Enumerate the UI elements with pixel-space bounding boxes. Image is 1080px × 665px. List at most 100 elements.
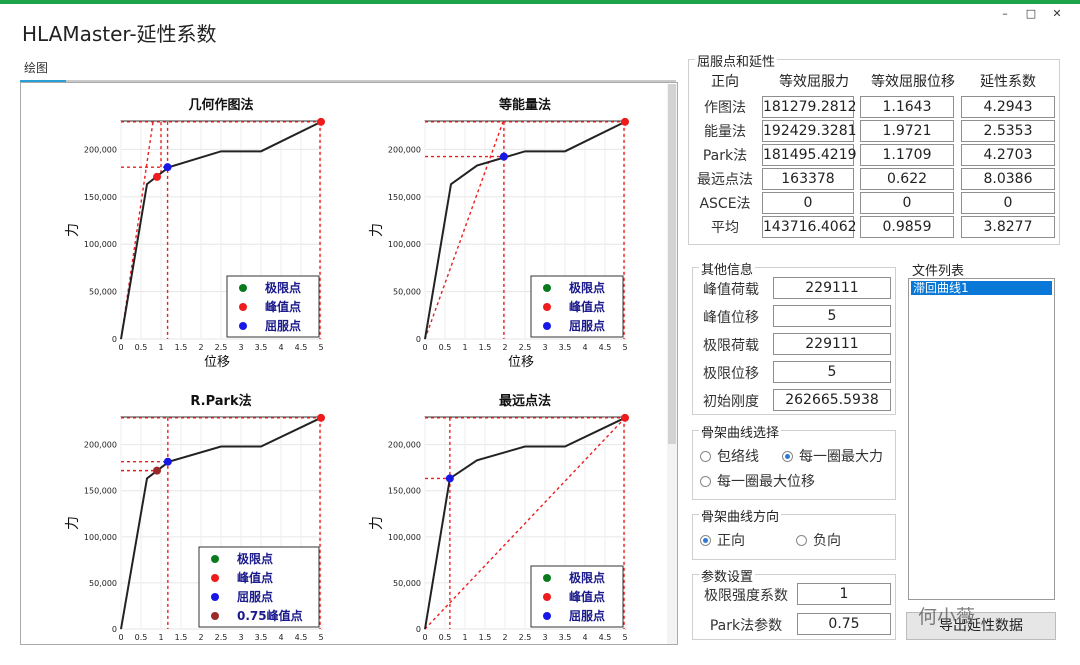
skeleton-select-group-label: 骨架曲线选择	[699, 422, 782, 441]
radio-max-force[interactable]: 每一圈最大力	[782, 446, 883, 466]
other-info-value[interactable]: 5	[773, 361, 891, 383]
yield-table-cell[interactable]: 1.1709	[860, 144, 954, 166]
window-title: HLAMaster-延性系数	[22, 22, 217, 46]
radio-negative[interactable]: 负向	[796, 530, 841, 550]
y-tick-label: 50,000	[393, 579, 421, 588]
param-value[interactable]: 1	[797, 583, 891, 605]
x-tick-label: 3	[238, 343, 243, 352]
yield-table-cell[interactable]: 1.1643	[860, 96, 954, 118]
x-tick-label: 3	[238, 633, 243, 642]
minimize-button[interactable]: –	[992, 6, 1018, 22]
yield-point	[163, 163, 172, 172]
legend-marker	[211, 593, 219, 601]
y-tick-label: 100,000	[84, 240, 117, 249]
yield-table-cell[interactable]: 0	[860, 192, 954, 214]
yield-table-cell[interactable]: 0	[762, 192, 854, 214]
chart-farthest-point-method: 最远点法 0 50,000 100,000 150,000 200,000 0 0.5 1 1.5…	[369, 393, 629, 642]
x-tick-label: 2	[502, 343, 507, 352]
y-tick-label: 50,000	[89, 579, 117, 588]
x-tick-label: 2	[198, 343, 203, 352]
yield-table-cell[interactable]: 0.9859	[860, 216, 954, 238]
yield-table-header: 正向	[711, 74, 739, 90]
plot-scrollbar[interactable]	[667, 84, 677, 644]
yield-ductility-group-label: 屈服点和延性	[695, 51, 778, 70]
maximize-button[interactable]: □	[1018, 6, 1044, 22]
yield-table-row-label: 能量法	[704, 124, 746, 140]
export-ductility-button[interactable]: 导出延性数据	[906, 612, 1056, 640]
x-tick-label: 2	[198, 633, 203, 642]
yield-table-cell[interactable]: 143716.4062	[762, 216, 857, 238]
x-tick-label: 1.5	[175, 633, 188, 642]
x-tick-label: 5	[622, 633, 627, 642]
radio-positive-dot[interactable]	[700, 534, 711, 546]
other-info-value[interactable]: 262665.5938	[773, 389, 891, 411]
radio-positive[interactable]: 正向	[700, 530, 745, 550]
yield-table-cell[interactable]: 181279.2812	[762, 96, 857, 118]
legend-label: 极限点	[569, 280, 605, 295]
window-controls: – □ ✕	[992, 6, 1070, 22]
y-tick-label: 150,000	[84, 487, 117, 496]
plot-area: 几何作图法 0 50,000 100,000 150,000 200,000 0 0.5 1 1.…	[20, 82, 678, 645]
radio-envelope-dot[interactable]	[700, 450, 711, 462]
yield-table-cell[interactable]: 163378	[762, 168, 854, 190]
legend-marker	[543, 612, 551, 620]
legend-marker	[211, 555, 219, 563]
yield-table-cell[interactable]: 0	[961, 192, 1055, 214]
x-tick-label: 1.5	[175, 343, 188, 352]
x-tick-label: 4	[582, 343, 587, 352]
y-tick-label: 0	[416, 625, 421, 634]
y-tick-label: 0	[112, 625, 117, 634]
file-list[interactable]: 滞回曲线1	[908, 278, 1055, 600]
yield-table-cell[interactable]: 181495.4219	[762, 144, 857, 166]
yield-table-cell[interactable]: 4.2703	[961, 144, 1055, 166]
radio-negative-label: 负向	[813, 533, 841, 549]
x-tick-label: 0.5	[135, 633, 148, 642]
other-info-value[interactable]: 229111	[773, 333, 891, 355]
radio-max-displacement-dot[interactable]	[700, 475, 711, 487]
y-axis-label: 力	[65, 516, 81, 530]
peak-point	[317, 117, 325, 126]
yield-table-header: 延性系数	[980, 74, 1036, 90]
radio-envelope[interactable]: 包络线	[700, 446, 759, 466]
tab-plot[interactable]: 绘图	[20, 58, 66, 82]
x-tick-label: 3	[542, 633, 547, 642]
x-tick-label: 0.5	[135, 343, 148, 352]
y-tick-label: 50,000	[393, 288, 421, 297]
peak-point	[317, 413, 325, 422]
yield-table-cell[interactable]: 3.8277	[961, 216, 1055, 238]
radio-max-force-dot[interactable]	[782, 450, 793, 462]
chart-title: R.Park法	[190, 393, 251, 409]
yield-table-cell[interactable]: 0.622	[860, 168, 954, 190]
x-tick-label: 5	[318, 633, 323, 642]
param-value[interactable]: 0.75	[797, 613, 891, 635]
x-tick-label: 2.5	[519, 343, 532, 352]
file-list-item[interactable]: 滞回曲线1	[911, 281, 1052, 295]
close-button[interactable]: ✕	[1044, 6, 1070, 22]
yield-table-cell[interactable]: 1.9721	[860, 120, 954, 142]
legend-label: 峰值点	[265, 299, 301, 314]
x-tick-label: 1	[462, 633, 467, 642]
yield-table-cell[interactable]: 192429.3281	[762, 120, 857, 142]
legend-marker	[239, 322, 247, 330]
yield-table-cell[interactable]: 8.0386	[961, 168, 1055, 190]
x-axis-label: 位移	[508, 355, 534, 370]
y-tick-label: 150,000	[388, 193, 421, 202]
scroll-thumb[interactable]	[668, 84, 676, 444]
yield-point	[163, 457, 172, 466]
radio-negative-dot[interactable]	[796, 534, 807, 546]
other-info-value[interactable]: 5	[773, 305, 891, 327]
other-info-label: 峰值位移	[703, 310, 759, 326]
yield-table-cell[interactable]: 2.5353	[961, 120, 1055, 142]
radio-positive-label: 正向	[717, 533, 745, 549]
radio-envelope-label: 包络线	[717, 449, 759, 465]
x-tick-label: 3.5	[559, 633, 572, 642]
x-tick-label: 1.5	[479, 343, 492, 352]
park-075-point	[153, 466, 161, 475]
y-tick-label: 200,000	[388, 441, 421, 450]
radio-max-displacement[interactable]: 每一圈最大位移	[700, 471, 815, 491]
yield-table-cell[interactable]: 4.2943	[961, 96, 1055, 118]
y-tick-label: 150,000	[388, 487, 421, 496]
file-list-group-label: 文件列表	[910, 260, 967, 279]
other-info-value[interactable]: 229111	[773, 277, 891, 299]
y-tick-label: 100,000	[84, 533, 117, 542]
